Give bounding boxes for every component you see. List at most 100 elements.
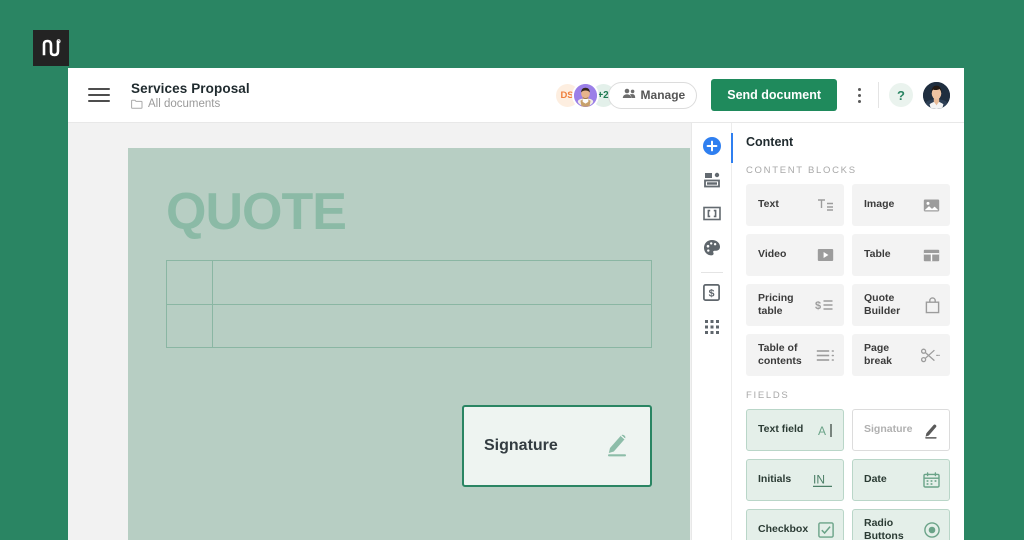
rail-divider xyxy=(700,272,723,273)
table-cell[interactable] xyxy=(213,305,651,347)
tile-label: Quote Builder xyxy=(864,291,901,317)
block-tile-text[interactable]: Text xyxy=(746,184,844,226)
svg-text:$: $ xyxy=(815,300,821,312)
tile-label: Pricing table xyxy=(758,291,794,317)
svg-text:$: $ xyxy=(709,287,715,299)
svg-text:A: A xyxy=(818,424,826,438)
tile-label: Page break xyxy=(864,341,893,367)
tile-label: Text xyxy=(758,198,779,211)
panel-title: Content xyxy=(746,135,794,149)
field-tile-initials[interactable]: Initials IN xyxy=(746,459,844,501)
video-play-icon xyxy=(817,248,834,262)
tile-label: Table of contents xyxy=(758,341,802,367)
shopping-bag-icon xyxy=(925,296,940,314)
table-row[interactable] xyxy=(167,304,651,347)
folder-icon xyxy=(131,99,143,109)
rail-item-theme[interactable] xyxy=(692,233,732,267)
tile-label: Checkbox xyxy=(758,523,809,536)
tile-label: Image xyxy=(864,198,895,211)
block-tile-pricing-table[interactable]: Pricing table $ xyxy=(746,284,844,326)
tile-label: Video xyxy=(758,248,787,261)
pricing-list-icon: $ xyxy=(814,298,834,312)
app-window: Services Proposal All documents DS +2 Ma… xyxy=(68,68,964,540)
breadcrumb[interactable]: All documents xyxy=(131,98,250,110)
table-cell[interactable] xyxy=(167,305,213,347)
user-avatar[interactable] xyxy=(923,81,950,109)
collaborator-avatars[interactable]: DS +2 Manage xyxy=(553,81,698,109)
field-tile-text-field[interactable]: Text field A xyxy=(746,409,844,451)
table-cell[interactable] xyxy=(213,261,651,304)
rail-item-pricing[interactable]: $ xyxy=(692,278,732,312)
fields-grid: Text field A Signature Initials IN Date … xyxy=(746,409,950,540)
block-tile-page-break[interactable]: Page break xyxy=(852,334,950,376)
section-label-content-blocks: CONTENT BLOCKS xyxy=(746,165,857,176)
table-cell[interactable] xyxy=(167,261,213,304)
signature-field-block[interactable]: Signature xyxy=(462,405,652,487)
palette-icon xyxy=(703,239,721,262)
tile-label: Table xyxy=(864,248,891,261)
field-tile-date[interactable]: Date xyxy=(852,459,950,501)
grid-dots-icon xyxy=(704,319,720,340)
rail-item-apps[interactable] xyxy=(692,312,732,346)
checkbox-checked-icon xyxy=(818,522,834,538)
content-blocks-grid: Text Image Video Table Pricing table $ Q… xyxy=(746,184,950,376)
block-tile-quote-builder[interactable]: Quote Builder xyxy=(852,284,950,326)
field-tile-radio-buttons[interactable]: Radio Buttons xyxy=(852,509,950,540)
signature-field-label: Signature xyxy=(484,437,558,454)
dollar-square-icon: $ xyxy=(703,284,720,306)
block-tile-table-of-contents[interactable]: Table of contents xyxy=(746,334,844,376)
signature-pen-icon xyxy=(922,422,940,439)
table-icon xyxy=(923,249,940,262)
header-divider xyxy=(878,82,879,108)
document-page[interactable]: QUOTE Signature xyxy=(128,148,690,540)
more-vertical-icon[interactable] xyxy=(850,87,868,103)
field-tile-signature[interactable]: Signature xyxy=(852,409,950,451)
breadcrumb-label: All documents xyxy=(148,97,221,110)
document-table[interactable] xyxy=(166,260,652,348)
svg-text:IN: IN xyxy=(813,473,825,487)
field-tile-checkbox[interactable]: Checkbox xyxy=(746,509,844,540)
text-cursor-icon: A xyxy=(818,423,834,438)
image-icon xyxy=(923,198,940,213)
document-heading: QUOTE xyxy=(166,183,347,241)
panel-icon-rail: $ xyxy=(692,123,733,540)
tile-label: Initials xyxy=(758,473,792,486)
layout-blocks-icon xyxy=(703,172,721,193)
help-icon[interactable]: ? xyxy=(889,83,913,107)
rail-item-layout[interactable] xyxy=(692,165,732,199)
radio-selected-icon xyxy=(924,522,940,538)
tile-label: Date xyxy=(864,473,887,486)
document-title-group: Services Proposal All documents xyxy=(131,81,250,110)
list-lines-icon xyxy=(816,349,834,362)
app-body: QUOTE Signature $ Content CONTENT BLOCKS… xyxy=(68,123,964,540)
rail-item-variables[interactable] xyxy=(692,199,732,233)
signature-pen-icon xyxy=(602,429,632,464)
app-header: Services Proposal All documents DS +2 Ma… xyxy=(68,68,964,123)
brackets-icon xyxy=(702,206,721,226)
right-panel: $ Content CONTENT BLOCKS Text Image Vide… xyxy=(691,123,964,540)
table-row[interactable] xyxy=(167,261,651,304)
initials-in-icon: IN xyxy=(812,472,834,488)
pandadoc-logo xyxy=(33,30,69,66)
tile-label: Signature xyxy=(864,423,913,436)
hamburger-menu-icon[interactable] xyxy=(88,88,110,102)
send-document-button[interactable]: Send document xyxy=(711,79,837,111)
manage-button[interactable]: Manage xyxy=(607,81,698,109)
plus-circle-icon xyxy=(702,136,721,160)
scissors-icon xyxy=(921,348,940,363)
avatar[interactable] xyxy=(571,81,599,109)
section-label-fields: FIELDS xyxy=(746,390,790,401)
rail-item-add-block[interactable] xyxy=(692,131,733,165)
block-tile-video[interactable]: Video xyxy=(746,234,844,276)
text-icon xyxy=(817,198,834,213)
tile-label: Text field xyxy=(758,423,804,436)
block-tile-table[interactable]: Table xyxy=(852,234,950,276)
tile-label: Radio Buttons xyxy=(864,516,904,540)
page-title: Services Proposal xyxy=(131,80,250,96)
block-tile-image[interactable]: Image xyxy=(852,184,950,226)
document-canvas[interactable]: QUOTE Signature xyxy=(68,123,691,540)
people-icon xyxy=(622,88,636,102)
calendar-icon xyxy=(923,472,940,488)
manage-label: Manage xyxy=(640,88,686,102)
panel-content: Content CONTENT BLOCKS Text Image Video … xyxy=(732,123,964,540)
